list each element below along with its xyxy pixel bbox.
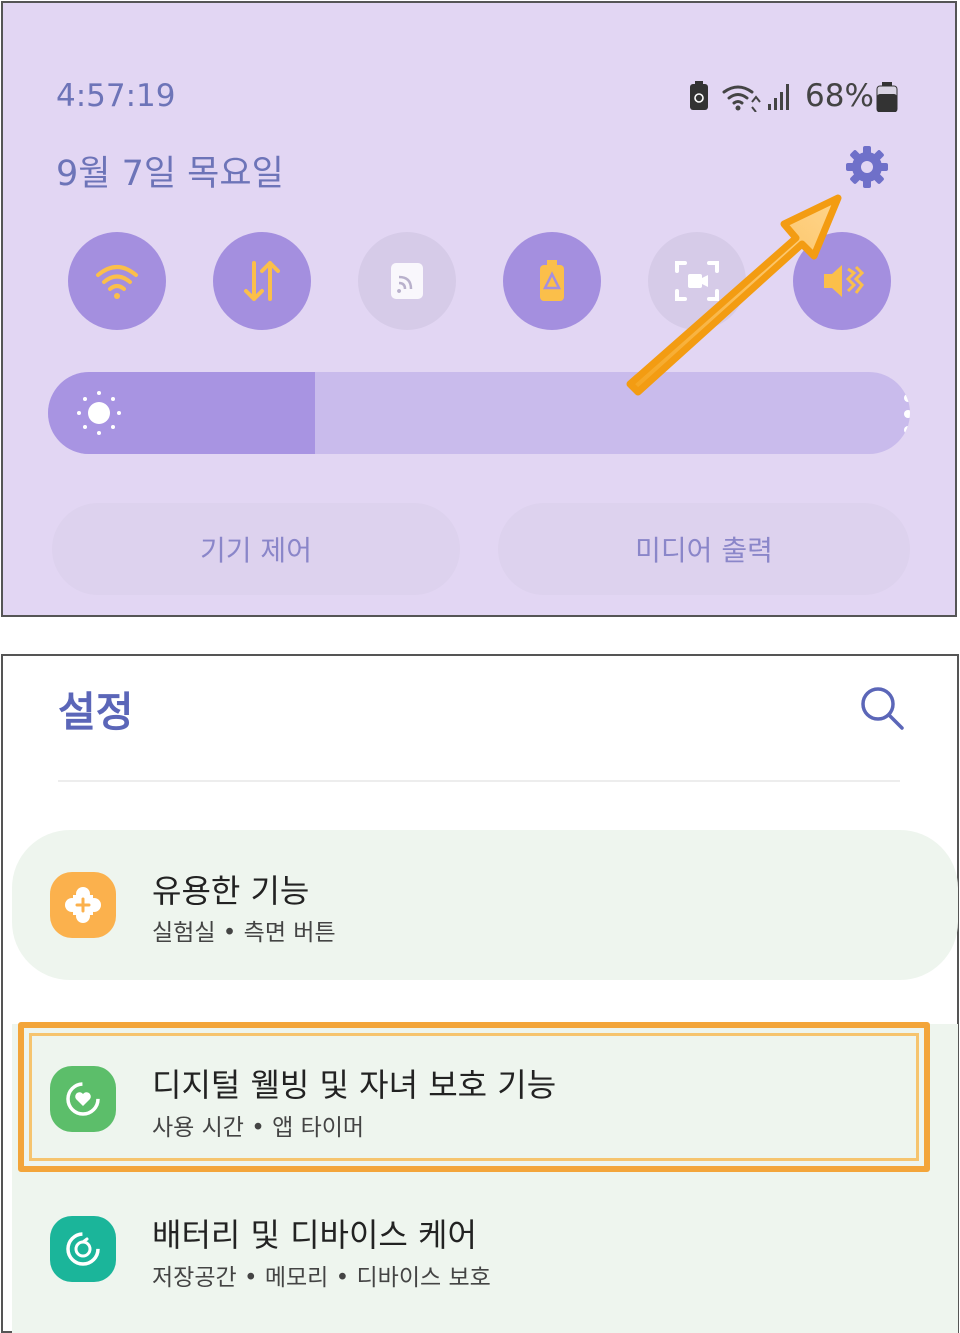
cast-icon <box>391 263 423 299</box>
status-time: 4:57:19 <box>56 78 176 114</box>
battery-icon <box>876 82 898 112</box>
brightness-sun-icon <box>77 391 121 435</box>
annotation-arrow <box>626 194 842 396</box>
status-icons <box>690 81 789 112</box>
recycle-battery-icon <box>690 81 708 110</box>
divider <box>58 780 900 782</box>
qs-tile-mobile-data[interactable] <box>213 232 311 330</box>
search-icon[interactable] <box>858 684 906 732</box>
qs-tile-wifi[interactable] <box>68 232 166 330</box>
data-transfer-icon <box>244 261 280 301</box>
more-options-icon[interactable] <box>896 392 910 436</box>
advanced-features-icon-bg <box>50 872 116 938</box>
qs-tile-cast[interactable] <box>358 232 456 330</box>
page-title: 설정 <box>58 688 134 736</box>
device-control-button[interactable]: 기기 제어 <box>52 503 460 595</box>
device-care-icon-bg <box>50 1216 116 1282</box>
battery-percent: 68% <box>805 78 874 114</box>
item-title: 유용한 기능 <box>152 872 310 910</box>
signal-icon <box>768 84 789 110</box>
wifi-status-icon <box>722 85 754 105</box>
device-care-icon <box>66 1232 100 1266</box>
highlight-box-inner <box>29 1033 919 1161</box>
status-date: 9월 7일 목요일 <box>56 154 284 194</box>
puzzle-icon <box>65 887 101 923</box>
item-subtitle: 실험실 • 측면 버튼 <box>152 920 336 946</box>
media-output-button[interactable]: 미디어 출력 <box>498 503 910 595</box>
wifi-icon <box>96 265 138 299</box>
item-subtitle: 저장공간 • 메모리 • 디바이스 보호 <box>152 1265 491 1291</box>
battery-saver-icon <box>540 260 564 301</box>
qs-tile-power-saving[interactable] <box>503 232 601 330</box>
item-title: 배터리 및 디바이스 케어 <box>152 1216 477 1254</box>
